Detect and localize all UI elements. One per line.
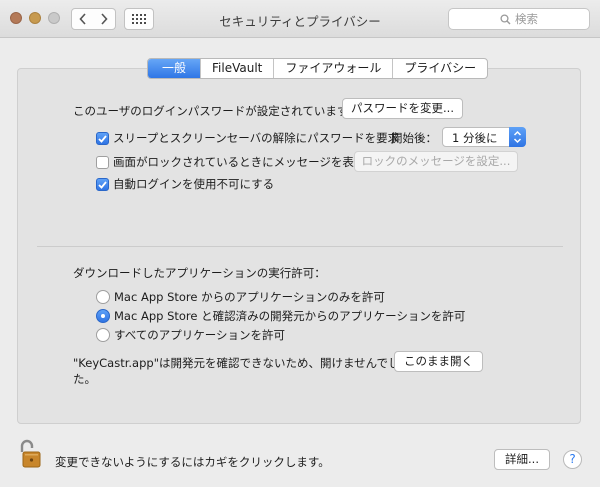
open-anyway-button[interactable]: このまま開く	[394, 351, 483, 372]
require-password-checkbox[interactable]	[96, 132, 109, 145]
search-placeholder: 検索	[515, 12, 538, 26]
tab-firewall[interactable]: ファイアウォール	[273, 59, 392, 78]
downloads-heading: ダウンロードしたアプリケーションの実行許可：	[73, 266, 326, 280]
blocked-app-message-line2: た。	[73, 372, 96, 386]
select-arrows-icon	[509, 127, 526, 147]
search-field[interactable]: 検索	[448, 8, 590, 30]
checkmark-icon	[98, 180, 107, 189]
set-lock-message-button[interactable]: ロックのメッセージを設定...	[354, 151, 518, 172]
password-set-label: このユーザのログインパスワードが設定されています	[73, 104, 349, 118]
checkmark-icon	[98, 134, 107, 143]
lock-button[interactable]	[19, 439, 43, 469]
help-button[interactable]: ?	[563, 450, 582, 469]
tab-privacy[interactable]: プライバシー	[392, 59, 487, 78]
tab-general[interactable]: 一般	[148, 59, 201, 78]
section-divider	[37, 246, 563, 247]
delay-label: 開始後：	[391, 131, 437, 145]
delay-select-value: 1 分後に	[452, 131, 498, 145]
blocked-app-message-line1: "KeyCastr.app"は開発元を確認できないため、開けませんでし	[73, 356, 400, 370]
delay-select[interactable]: 1 分後に	[442, 127, 526, 147]
unlocked-padlock-icon	[20, 439, 41, 468]
disable-auto-login-checkbox[interactable]	[96, 178, 109, 191]
change-password-button[interactable]: パスワードを変更...	[342, 98, 463, 119]
disable-auto-login-label: 自動ログインを使用不可にする	[113, 177, 275, 191]
advanced-button[interactable]: 詳細...	[494, 449, 550, 470]
show-message-checkbox[interactable]	[96, 156, 109, 169]
radio-app-store-and-identified-label: Mac App Store と確認済みの開発元からのアプリケーションを許可	[114, 309, 466, 323]
require-password-label: スリープとスクリーンセーバの解除にパスワードを要求	[113, 131, 400, 145]
radio-app-store-only-label: Mac App Store からのアプリケーションのみを許可	[114, 290, 385, 304]
radio-anywhere-label: すべてのアプリケーションを許可	[114, 328, 286, 342]
tab-bar: 一般 FileVault ファイアウォール プライバシー	[147, 58, 489, 79]
radio-app-store-and-identified[interactable]	[96, 309, 110, 323]
title-bar: セキュリティとプライバシー 検索	[0, 0, 600, 38]
show-message-label: 画面がロックされているときにメッセージを表示	[113, 155, 366, 169]
search-icon	[500, 13, 511, 24]
tab-filevault[interactable]: FileVault	[200, 59, 273, 78]
radio-app-store-only[interactable]	[96, 290, 110, 304]
radio-anywhere[interactable]	[96, 328, 110, 342]
lock-hint-text: 変更できないようにするにはカギをクリックします。	[55, 455, 330, 469]
